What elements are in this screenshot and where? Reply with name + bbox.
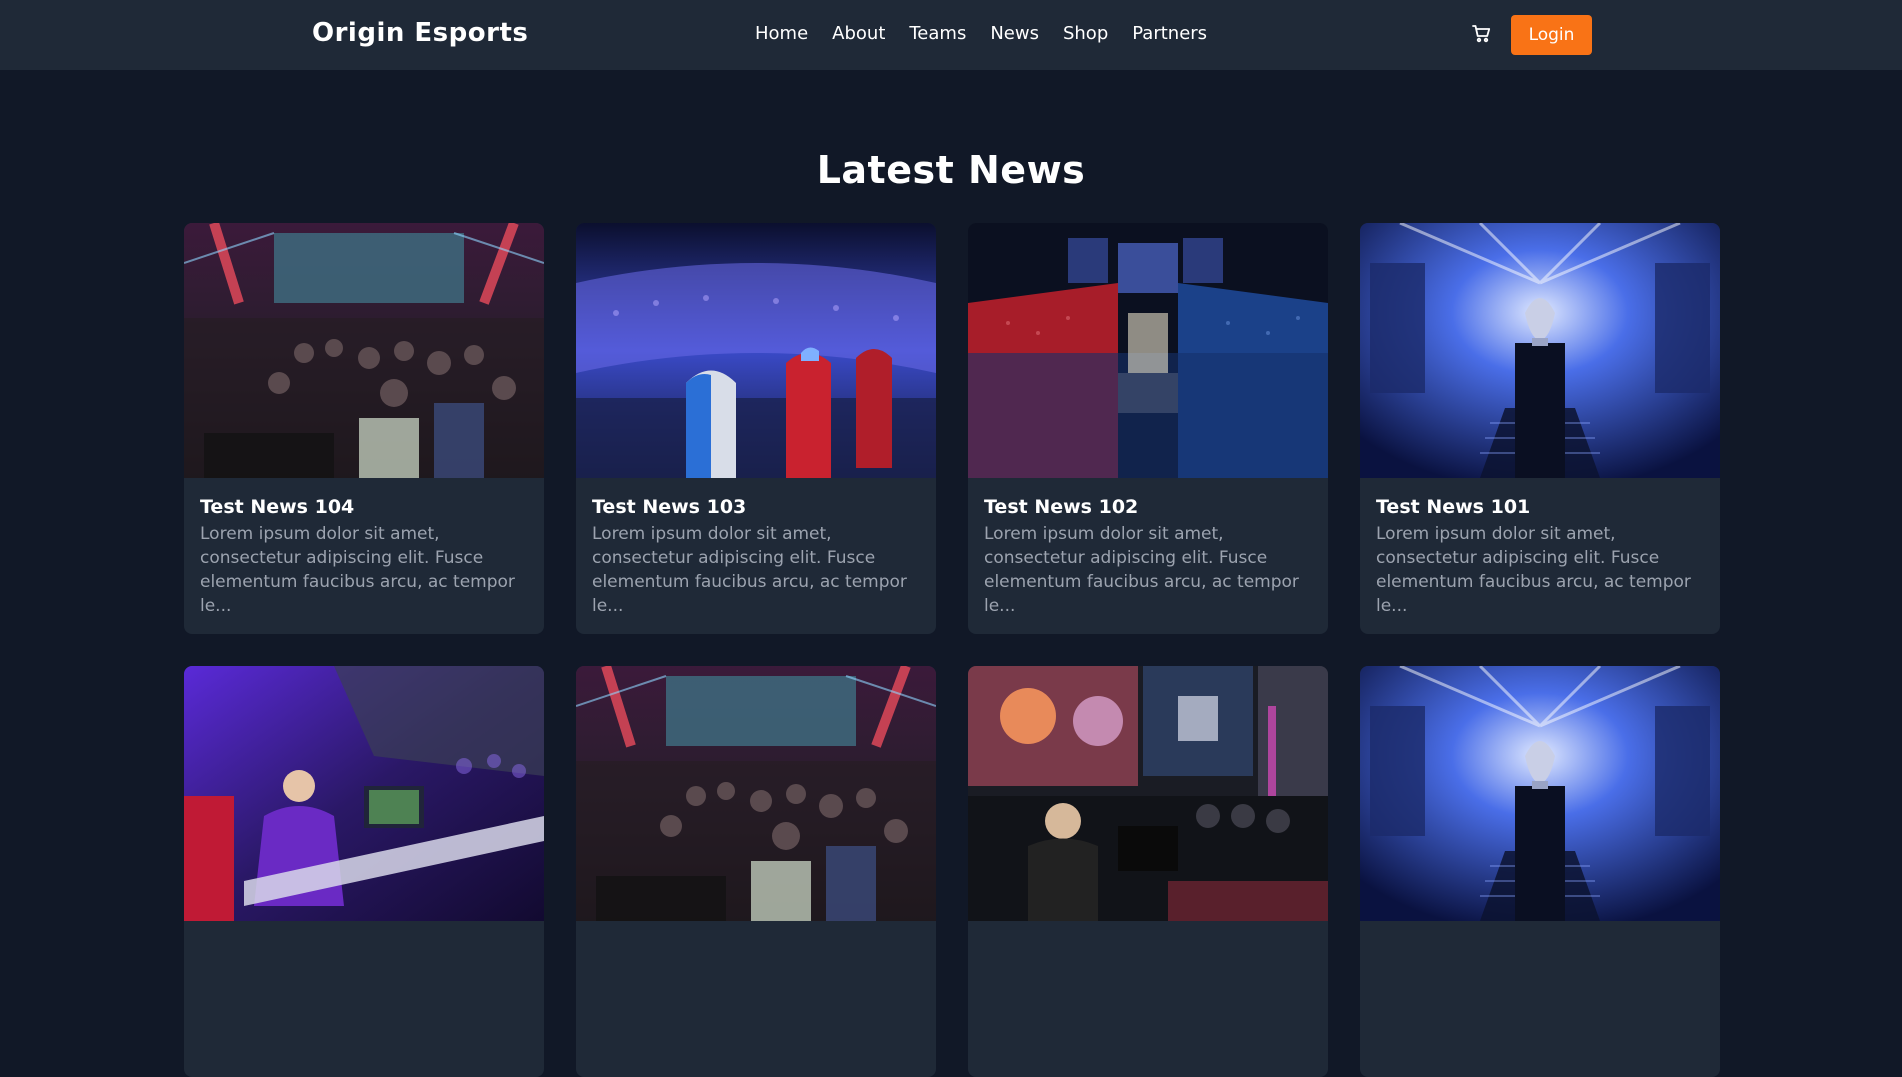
nav-partners[interactable]: Partners: [1132, 23, 1207, 44]
news-grid: Test News 104 Lorem ipsum dolor sit amet…: [184, 223, 1720, 1077]
nav-news[interactable]: News: [990, 23, 1039, 44]
brand-logo[interactable]: Origin Esports: [312, 18, 528, 48]
news-card-image: [1360, 666, 1720, 921]
nav-shop[interactable]: Shop: [1063, 23, 1108, 44]
news-card[interactable]: [576, 666, 936, 1077]
news-card-excerpt: [200, 943, 528, 1039]
news-card-excerpt: Lorem ipsum dolor sit amet, consectetur …: [1376, 524, 1691, 616]
news-card-image: [1360, 223, 1720, 478]
nav-links: Home About Teams News Shop Partners: [755, 23, 1207, 44]
news-card-title: Test News 101: [1376, 496, 1531, 518]
news-card[interactable]: Test News 101 Lorem ipsum dolor sit amet…: [1360, 223, 1720, 634]
news-card-excerpt: [592, 943, 920, 1039]
login-button[interactable]: Login: [1511, 15, 1592, 55]
news-card-image: [184, 223, 544, 478]
news-card[interactable]: Test News 102 Lorem ipsum dolor sit amet…: [968, 223, 1328, 634]
news-card[interactable]: [184, 666, 544, 1077]
news-card-image: [968, 223, 1328, 478]
news-card-image: [576, 666, 936, 921]
news-card-excerpt: [1376, 943, 1704, 1039]
news-card-excerpt: Lorem ipsum dolor sit amet, consectetur …: [984, 524, 1299, 616]
news-card-title: Test News 104: [200, 496, 355, 518]
news-card[interactable]: [968, 666, 1328, 1077]
news-card-excerpt: Lorem ipsum dolor sit amet, consectetur …: [200, 524, 515, 616]
nav-teams[interactable]: Teams: [909, 23, 966, 44]
nav-home[interactable]: Home: [755, 23, 808, 44]
nav-about[interactable]: About: [832, 23, 885, 44]
news-card[interactable]: [1360, 666, 1720, 1077]
news-card-image: [968, 666, 1328, 921]
navbar: Origin Esports Home About Teams News Sho…: [0, 0, 1902, 70]
news-card-excerpt: Lorem ipsum dolor sit amet, consectetur …: [592, 524, 907, 616]
news-card-image: [184, 666, 544, 921]
page-title: Latest News: [816, 148, 1086, 192]
news-card[interactable]: Test News 104 Lorem ipsum dolor sit amet…: [184, 223, 544, 634]
news-card-image: [576, 223, 936, 478]
news-card-title: Test News 103: [592, 496, 747, 518]
news-card-title: Test News 102: [984, 496, 1139, 518]
news-card-excerpt: [984, 943, 1312, 1039]
shopping-cart-icon[interactable]: [1470, 22, 1494, 46]
news-card[interactable]: Test News 103 Lorem ipsum dolor sit amet…: [576, 223, 936, 634]
